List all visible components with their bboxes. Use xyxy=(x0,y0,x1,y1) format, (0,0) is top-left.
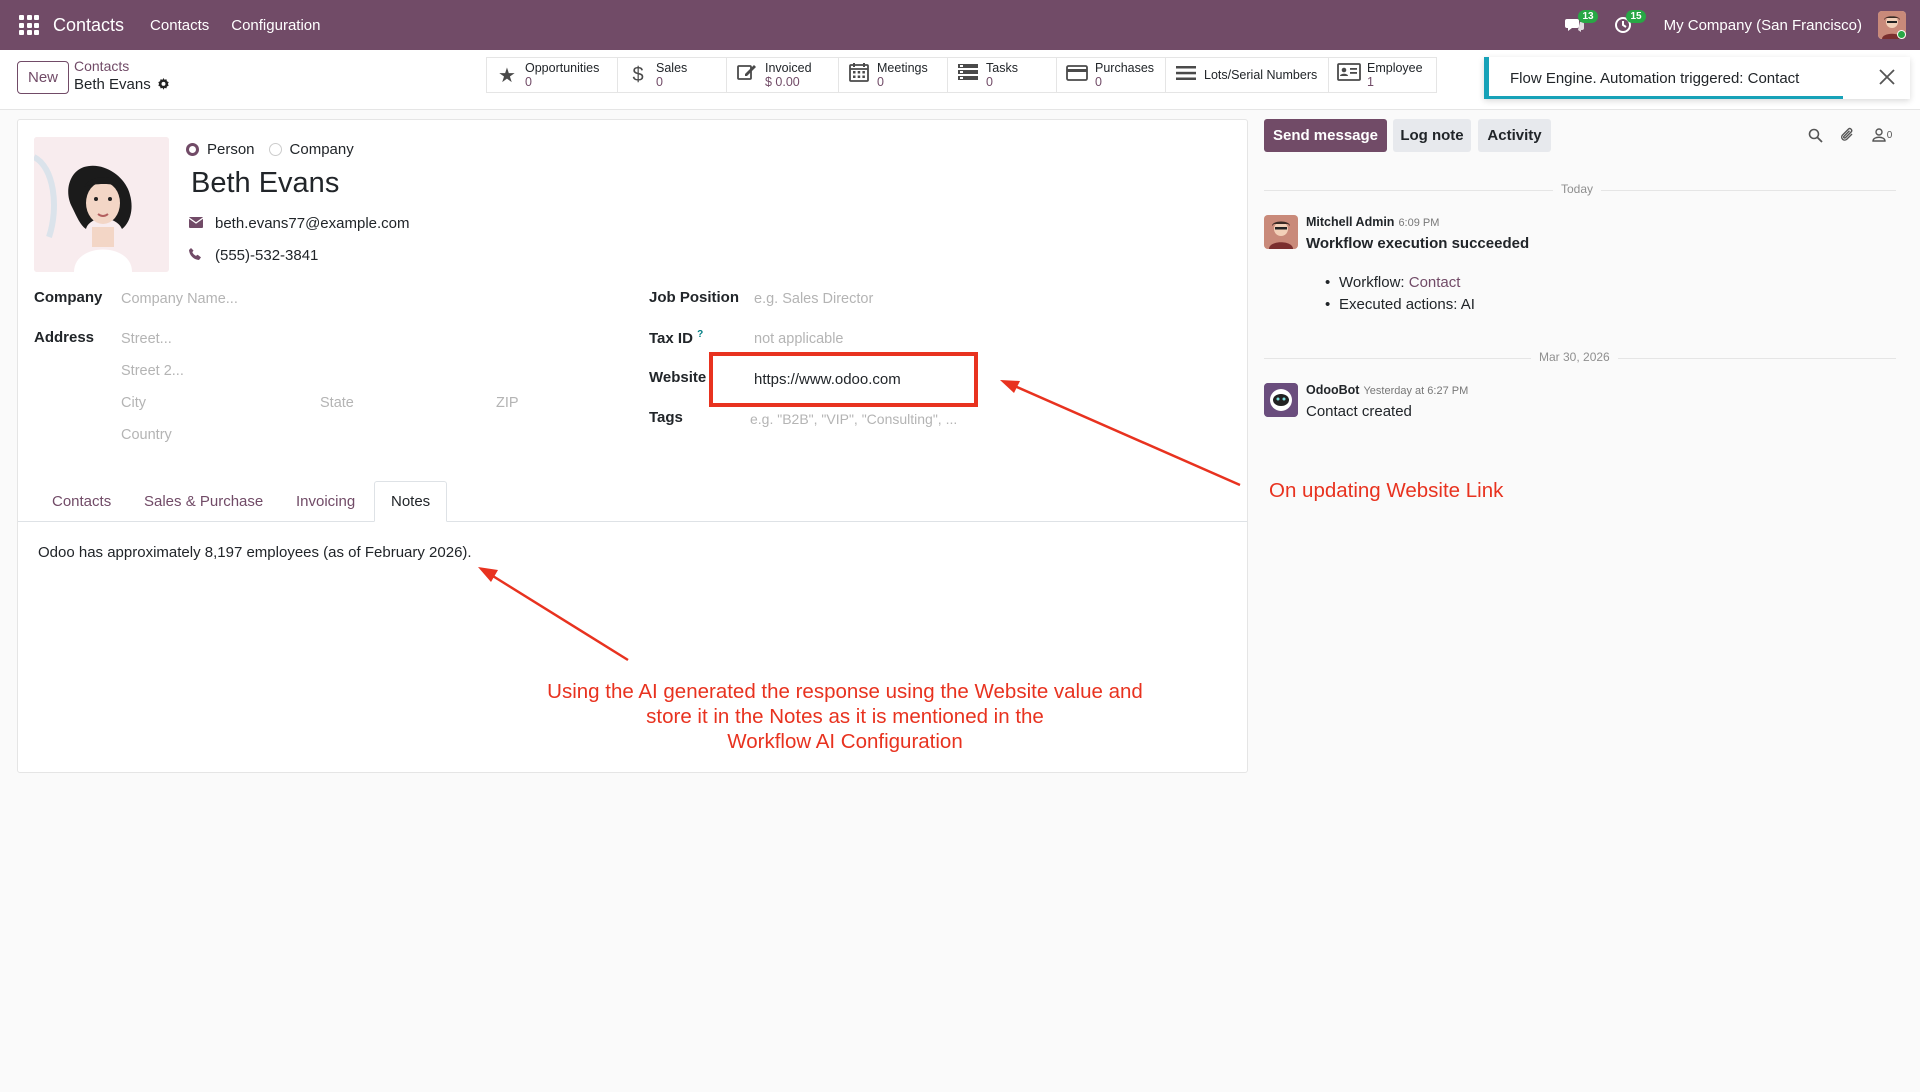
arrow-website xyxy=(1000,380,1241,487)
annotation-arrows xyxy=(478,380,1241,662)
annotation-notes-line: Workflow AI Configuration xyxy=(727,730,963,753)
annotation-notes-line: store it in the Notes as it is mentioned… xyxy=(646,705,1044,728)
annotation-website: On updating Website Link xyxy=(1269,479,1504,502)
annotation-notes: Using the AI generated the response usin… xyxy=(520,679,1170,754)
annotation-notes-line: Using the AI generated the response usin… xyxy=(547,680,1143,703)
arrow-notes xyxy=(478,567,629,662)
